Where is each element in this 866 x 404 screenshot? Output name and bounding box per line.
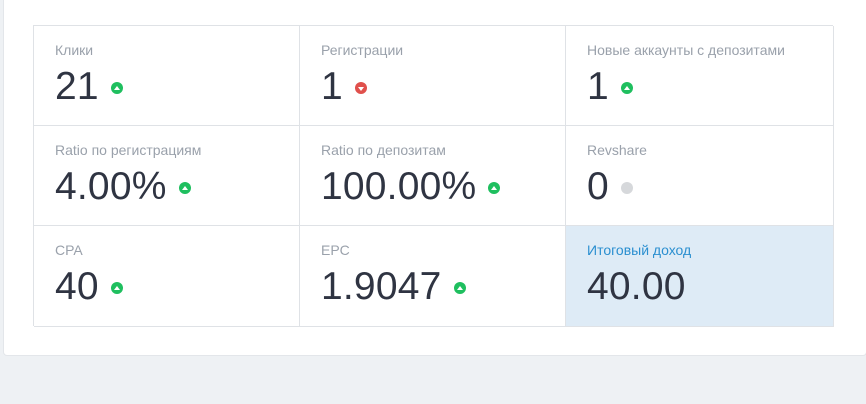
stat-label: CPA bbox=[55, 242, 83, 258]
trend-down-icon bbox=[354, 82, 367, 94]
stat-registrations: Регистрации 1 bbox=[300, 26, 566, 126]
stat-value: 1 bbox=[587, 65, 609, 108]
stat-clicks: Клики 21 bbox=[34, 26, 300, 126]
stat-value: 4.00% bbox=[55, 165, 167, 208]
stat-label: Revshare bbox=[587, 142, 647, 158]
stat-label: Новые аккаунты с депозитами bbox=[587, 42, 785, 58]
stat-label: Ratio по регистрациям bbox=[55, 142, 202, 158]
stats-grid: Клики 21 Регистрации 1 Новые аккаунты с … bbox=[33, 25, 834, 327]
stat-label: Клики bbox=[55, 42, 94, 58]
trend-up-icon bbox=[178, 182, 191, 194]
trend-up-icon bbox=[488, 182, 501, 194]
stat-value: 0 bbox=[587, 165, 609, 208]
stat-value: 100.00% bbox=[321, 165, 477, 208]
stat-label: Итоговый доход bbox=[587, 242, 692, 258]
stat-value: 40.00 bbox=[587, 265, 686, 308]
stat-registration-ratio: Ratio по регистрациям 4.00% bbox=[34, 126, 300, 226]
trend-up-icon bbox=[620, 82, 633, 94]
stat-label: Ratio по депозитам bbox=[321, 142, 446, 158]
stat-total-income: Итоговый доход 40.00 bbox=[566, 226, 834, 327]
stat-cpa: CPA 40 bbox=[34, 226, 300, 327]
trend-up-icon bbox=[110, 282, 123, 294]
stat-value: 21 bbox=[55, 65, 99, 108]
stat-value: 40 bbox=[55, 265, 99, 308]
stat-new-deposit-accounts: Новые аккаунты с депозитами 1 bbox=[566, 26, 834, 126]
stat-epc: EPC 1.9047 bbox=[300, 226, 566, 327]
stat-revshare: Revshare 0 bbox=[566, 126, 834, 226]
stat-deposit-ratio: Ratio по депозитам 100.00% bbox=[300, 126, 566, 226]
trend-up-icon bbox=[453, 282, 466, 294]
stat-value: 1.9047 bbox=[321, 265, 442, 308]
trend-up-icon bbox=[110, 82, 123, 94]
trend-neutral-icon bbox=[620, 182, 633, 194]
stat-label: Регистрации bbox=[321, 42, 404, 58]
stat-label: EPC bbox=[321, 242, 350, 258]
stat-value: 1 bbox=[321, 65, 343, 108]
